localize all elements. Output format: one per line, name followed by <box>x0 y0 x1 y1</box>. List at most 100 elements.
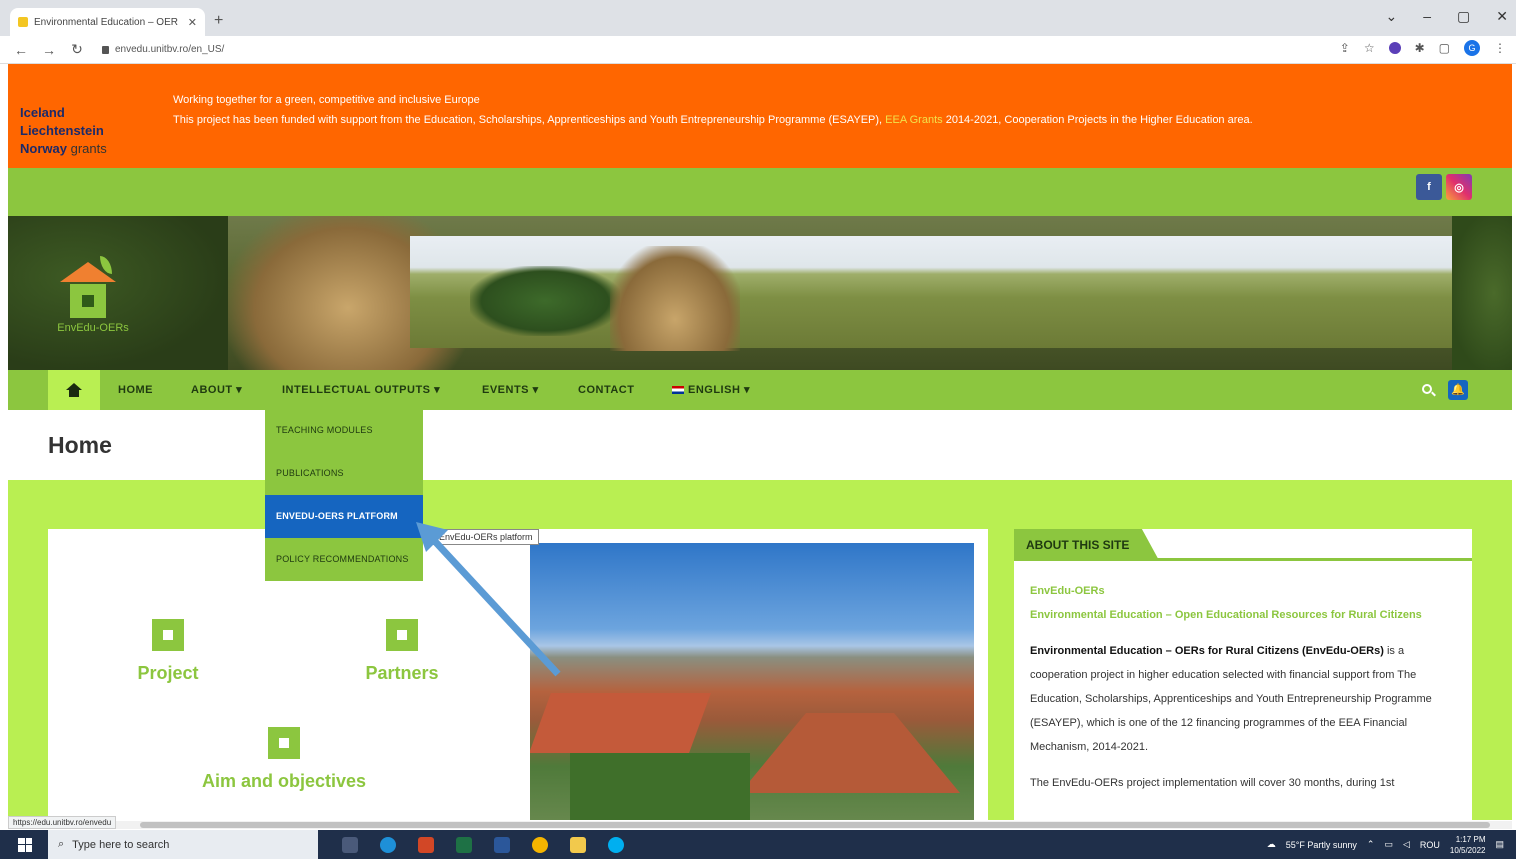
close-window-button[interactable]: ✕ <box>1496 8 1508 25</box>
uk-flag-icon <box>672 386 684 395</box>
tray-chevron-icon[interactable]: ⌃ <box>1367 839 1375 850</box>
social-strip <box>8 168 1512 216</box>
sidebar-paragraph-2: The EnvEdu-OERs project implementation w… <box>1030 777 1395 789</box>
volume-icon[interactable]: ◁ <box>1403 839 1410 850</box>
sidebar-icon[interactable]: ▢ <box>1439 41 1450 55</box>
browser-extensions: ⇪ ☆ ✱ ▢ G ⋮ <box>1340 40 1506 56</box>
windows-start-icon[interactable] <box>18 837 32 852</box>
site-logo[interactable]: EnvEdu-OERs <box>48 256 129 346</box>
browser-menu-icon[interactable]: ⋮ <box>1494 41 1506 55</box>
menu-events[interactable]: EVENTS ▾ <box>482 370 539 410</box>
logo-line-norway: Norway <box>20 141 67 156</box>
extensions-puzzle-icon[interactable]: ✱ <box>1415 41 1425 55</box>
home-icon-button[interactable] <box>48 370 100 410</box>
eea-funding-text: Working together for a green, competitiv… <box>173 90 1493 130</box>
banner-tree-right <box>1452 216 1512 370</box>
url-text[interactable]: envedu.unitbv.ro/en_US/ <box>115 44 224 55</box>
banner-haystack-2 <box>610 246 740 351</box>
skype-icon[interactable] <box>608 836 624 853</box>
dropdown-item-teaching-modules[interactable]: TEACHING MODULES <box>265 409 423 452</box>
project-icon <box>152 619 184 651</box>
website: Iceland Liechtenstein Norway grants Work… <box>8 64 1512 820</box>
edge-icon[interactable] <box>380 836 396 853</box>
input-language[interactable]: ROU <box>1420 840 1440 850</box>
eea-grants-logo[interactable]: Iceland Liechtenstein Norway grants <box>20 104 107 158</box>
eea-grants-link[interactable]: EEA Grants <box>885 114 942 126</box>
site-favicon-icon <box>18 17 28 27</box>
language-label: ENGLISH ▾ <box>688 384 750 396</box>
dropdown-item-policy[interactable]: POLICY RECOMMENDATIONS <box>265 538 423 581</box>
eea-tagline: Working together for a green, competitiv… <box>173 94 480 106</box>
scrollbar-thumb[interactable] <box>140 822 1490 828</box>
bookmark-star-icon[interactable]: ☆ <box>1364 41 1375 55</box>
main-menu: HOME ABOUT ▾ INTELLECTUAL OUTPUTS ▾ EVEN… <box>8 370 1512 410</box>
menu-home[interactable]: HOME <box>118 370 153 410</box>
search-icon[interactable] <box>1422 384 1432 394</box>
new-tab-button[interactable]: + <box>214 12 223 30</box>
browser-tab-bar: Environmental Education – OER ✕ + ⌄ – ▢ … <box>0 0 1516 36</box>
excel-icon[interactable] <box>456 836 472 853</box>
clock[interactable]: 1:17 PM 10/5/2022 <box>1450 834 1486 856</box>
dropdown-item-publications[interactable]: PUBLICATIONS <box>265 452 423 495</box>
banner-trees <box>470 266 620 336</box>
site-logo-text: EnvEdu-OERs <box>57 322 129 334</box>
feature-project[interactable]: Project <box>78 619 258 684</box>
menu-contact[interactable]: CONTACT <box>578 370 634 410</box>
address-bar: ← → ↻ envedu.unitbv.ro/en_US/ <box>0 36 1516 64</box>
home-icon <box>66 383 82 397</box>
horizontal-scrollbar[interactable] <box>8 821 1512 829</box>
menu-intellectual-outputs[interactable]: INTELLECTUAL OUTPUTS ▾ <box>282 370 440 410</box>
logo-box <box>70 284 106 318</box>
tab-search-icon[interactable]: ⌄ <box>1386 8 1398 25</box>
notification-bell-icon[interactable]: 🔔 <box>1448 380 1468 400</box>
logo-line-iceland: Iceland <box>20 105 65 120</box>
taskbar-apps <box>342 836 624 853</box>
feature-project-label: Project <box>137 663 199 683</box>
url-field[interactable]: envedu.unitbv.ro/en_US/ <box>102 44 224 55</box>
intellectual-outputs-dropdown: TEACHING MODULES PUBLICATIONS ENVEDU-OER… <box>265 409 423 581</box>
dropdown-item-platform[interactable]: ENVEDU-OERS PLATFORM <box>265 495 423 538</box>
aim-icon <box>268 727 300 759</box>
powerpoint-icon[interactable] <box>418 836 434 853</box>
task-view-icon[interactable] <box>342 836 358 853</box>
facebook-icon[interactable]: f <box>1416 174 1442 200</box>
lock-icon <box>102 45 109 54</box>
sidebar-body: EnvEdu-OERs Environmental Education – Op… <box>1030 579 1460 795</box>
forward-icon[interactable]: → <box>42 42 56 58</box>
reload-icon[interactable]: ↻ <box>70 41 84 58</box>
tab-close-icon[interactable]: ✕ <box>188 16 197 29</box>
sidebar-project-name: Environmental Education – OERs for Rural… <box>1030 645 1384 657</box>
back-icon[interactable]: ← <box>14 42 28 58</box>
page-title: Home <box>48 432 112 458</box>
instagram-icon[interactable]: ◎ <box>1446 174 1472 200</box>
restore-button[interactable]: ▢ <box>1457 8 1470 25</box>
extension-icon[interactable] <box>1388 42 1401 54</box>
clock-date: 10/5/2022 <box>1449 845 1486 855</box>
banner-landscape-photo <box>410 236 1472 351</box>
header-banner: EnvEdu-OERs <box>8 216 1512 370</box>
feature-aim[interactable]: Aim and objectives <box>184 727 384 792</box>
word-icon[interactable] <box>494 836 510 853</box>
logo-line-liechtenstein: Liechtenstein <box>20 123 104 138</box>
profile-avatar[interactable]: G <box>1464 40 1480 56</box>
sidebar-paragraph: Environmental Education – OERs for Rural… <box>1030 639 1460 759</box>
funding-text: This project has been funded with suppor… <box>173 114 883 126</box>
sidebar-site-subtitle: Environmental Education – Open Education… <box>1030 609 1422 621</box>
minimize-button[interactable]: – <box>1423 8 1431 25</box>
taskbar-search[interactable]: ⌕ Type here to search <box>48 830 318 859</box>
chrome-icon[interactable] <box>532 836 548 853</box>
taskbar-search-placeholder: Type here to search <box>72 838 170 851</box>
sidebar-site-name: EnvEdu-OERs <box>1030 585 1105 597</box>
menu-language[interactable]: ENGLISH ▾ <box>672 370 750 410</box>
share-icon[interactable]: ⇪ <box>1340 41 1350 55</box>
menu-about[interactable]: ABOUT ▾ <box>191 370 242 410</box>
network-icon[interactable]: ▭ <box>1384 839 1393 850</box>
browser-tab[interactable]: Environmental Education – OER ✕ <box>10 8 205 36</box>
sidebar-heading-bar: ABOUT THIS SITE <box>1014 529 1472 561</box>
weather-text[interactable]: 55°F Partly sunny <box>1286 840 1357 850</box>
weather-icon[interactable]: ☁ <box>1267 839 1276 850</box>
file-explorer-icon[interactable] <box>570 836 586 853</box>
notifications-icon[interactable]: ▤ <box>1495 839 1504 850</box>
clock-time: 1:17 PM <box>1455 834 1486 844</box>
tab-title: Environmental Education – OER <box>34 16 178 28</box>
